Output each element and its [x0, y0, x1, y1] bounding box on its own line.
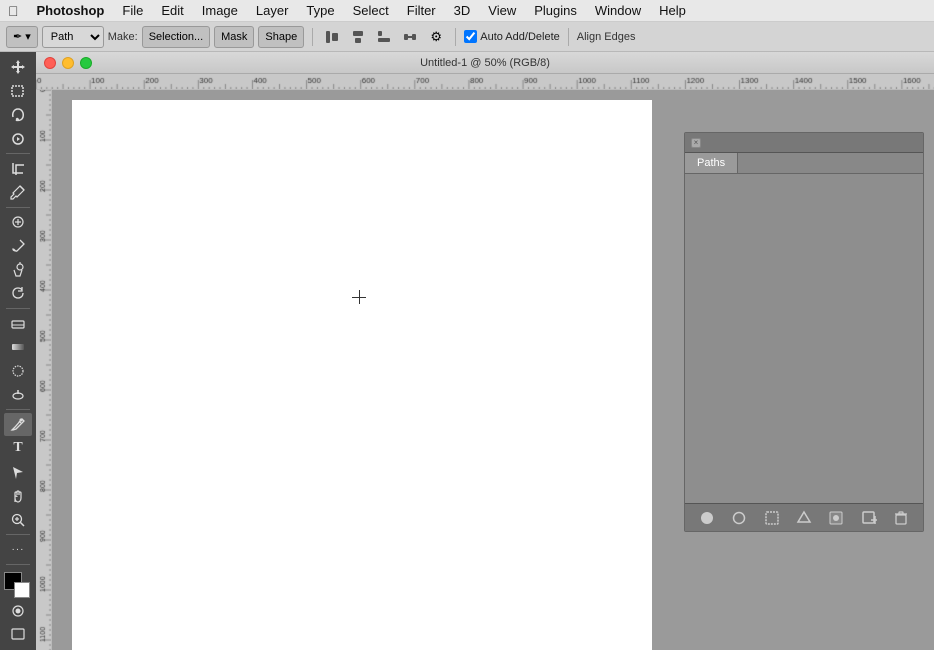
auto-add-delete-text: Auto Add/Delete: [480, 31, 560, 43]
menu-filter[interactable]: Filter: [399, 1, 444, 20]
menu-help[interactable]: Help: [651, 1, 694, 20]
screen-mode-btn[interactable]: [4, 623, 32, 646]
menu-edit[interactable]: Edit: [153, 1, 191, 20]
color-swatches: [4, 572, 32, 599]
menu-select[interactable]: Select: [345, 1, 397, 20]
document-title: Untitled-1 @ 50% (RGB/8): [420, 57, 550, 69]
path-selection-btn[interactable]: [4, 461, 32, 484]
left-toolbar-sep-4: [6, 409, 30, 410]
align-btn-3[interactable]: [373, 26, 395, 48]
menu-file[interactable]: File: [114, 1, 151, 20]
lasso-tool-btn[interactable]: [4, 104, 32, 127]
paths-panel-close-btn[interactable]: ×: [691, 138, 701, 148]
stroke-path-btn[interactable]: [729, 508, 749, 528]
menu-3d[interactable]: 3D: [446, 1, 479, 20]
zoom-tool-btn[interactable]: [4, 508, 32, 531]
left-toolbar-sep-3: [6, 308, 30, 309]
paths-panel-footer: [685, 503, 923, 531]
more-tools-icon: ···: [12, 544, 25, 555]
new-path-btn[interactable]: [859, 508, 879, 528]
eyedropper-btn[interactable]: [4, 181, 32, 204]
ruler-vertical: [36, 90, 52, 650]
pen-tool-left-btn[interactable]: [4, 413, 32, 436]
maximize-window-btn[interactable]: [80, 57, 92, 69]
menu-plugins[interactable]: Plugins: [526, 1, 585, 20]
clone-stamp-btn[interactable]: [4, 258, 32, 281]
menu-photoshop[interactable]: Photoshop: [29, 1, 113, 20]
paths-panel-titlebar: ×: [685, 133, 923, 153]
selection-button[interactable]: Selection...: [142, 26, 210, 48]
text-tool-icon: T: [13, 440, 22, 456]
path-type-dropdown[interactable]: Path Shape Pixels: [42, 26, 104, 48]
document-canvas[interactable]: [72, 100, 652, 650]
hand-tool-btn[interactable]: [4, 484, 32, 507]
more-tools-btn[interactable]: ···: [4, 538, 32, 561]
paths-tab[interactable]: Paths: [685, 153, 738, 173]
auto-add-delete-label[interactable]: Auto Add/Delete: [464, 30, 560, 43]
toolbar-sep-1: [312, 28, 313, 46]
auto-add-delete-checkbox[interactable]: [464, 30, 477, 43]
ruler-horizontal: [36, 74, 934, 90]
toolbar-sep-3: [568, 28, 569, 46]
menu-image[interactable]: Image: [194, 1, 246, 20]
menu-window[interactable]: Window: [587, 1, 649, 20]
toolbar: ✒ ▾ Path Shape Pixels Make: Selection...…: [0, 22, 934, 52]
menu-type[interactable]: Type: [298, 1, 342, 20]
main-area: T ···: [0, 52, 934, 650]
align-edges-label: Align Edges: [577, 31, 636, 43]
quick-select-btn[interactable]: [4, 127, 32, 150]
close-window-btn[interactable]: [44, 57, 56, 69]
move-tool-btn[interactable]: [4, 56, 32, 79]
pen-tool-arrow: ▾: [25, 30, 31, 43]
ruler-v-canvas: [36, 90, 52, 650]
crop-tool-btn[interactable]: [4, 157, 32, 180]
gradient-btn[interactable]: [4, 336, 32, 359]
apple-menu[interactable]: : [8, 3, 19, 19]
left-toolbar-sep-2: [6, 207, 30, 208]
load-as-selection-btn[interactable]: [762, 508, 782, 528]
left-toolbar-sep-1: [6, 153, 30, 154]
paths-content: [685, 174, 923, 503]
dodge-btn[interactable]: [4, 383, 32, 406]
menubar:  Photoshop File Edit Image Layer Type S…: [0, 0, 934, 22]
left-toolbar: T ···: [0, 52, 36, 650]
left-toolbar-sep-5: [6, 534, 30, 535]
rectangular-marquee-btn[interactable]: [4, 80, 32, 103]
add-mask-btn[interactable]: [826, 508, 846, 528]
healing-brush-btn[interactable]: [4, 211, 32, 234]
brush-tool-btn[interactable]: [4, 234, 32, 257]
pen-tool-selector[interactable]: ✒ ▾: [6, 26, 38, 48]
delete-path-btn[interactable]: [891, 508, 911, 528]
settings-btn[interactable]: ⚙: [425, 26, 447, 48]
blur-btn[interactable]: [4, 359, 32, 382]
shape-button[interactable]: Shape: [258, 26, 304, 48]
background-color[interactable]: [14, 582, 30, 598]
mask-button[interactable]: Mask: [214, 26, 254, 48]
paths-tabs: Paths: [685, 153, 923, 174]
history-brush-btn[interactable]: [4, 282, 32, 305]
traffic-lights: [44, 57, 92, 69]
fill-path-btn[interactable]: [697, 508, 717, 528]
make-label: Make:: [108, 31, 138, 43]
canvas-container: Untitled-1 @ 50% (RGB/8): [36, 52, 934, 650]
ruler-h-canvas: [36, 74, 934, 90]
left-toolbar-sep-6: [6, 564, 30, 565]
distribute-btn[interactable]: [399, 26, 421, 48]
toolbar-sep-2: [455, 28, 456, 46]
pen-tool-icon: ✒: [13, 30, 22, 43]
make-workpath-btn[interactable]: [794, 508, 814, 528]
quick-mask-btn[interactable]: [4, 599, 32, 622]
menu-view[interactable]: View: [480, 1, 524, 20]
menu-layer[interactable]: Layer: [248, 1, 297, 20]
eraser-btn[interactable]: [4, 312, 32, 335]
paths-panel: × Paths: [684, 132, 924, 532]
align-btn-1[interactable]: [321, 26, 343, 48]
text-tool-btn[interactable]: T: [4, 437, 32, 460]
align-btn-2[interactable]: [347, 26, 369, 48]
document-titlebar: Untitled-1 @ 50% (RGB/8): [36, 52, 934, 74]
minimize-window-btn[interactable]: [62, 57, 74, 69]
